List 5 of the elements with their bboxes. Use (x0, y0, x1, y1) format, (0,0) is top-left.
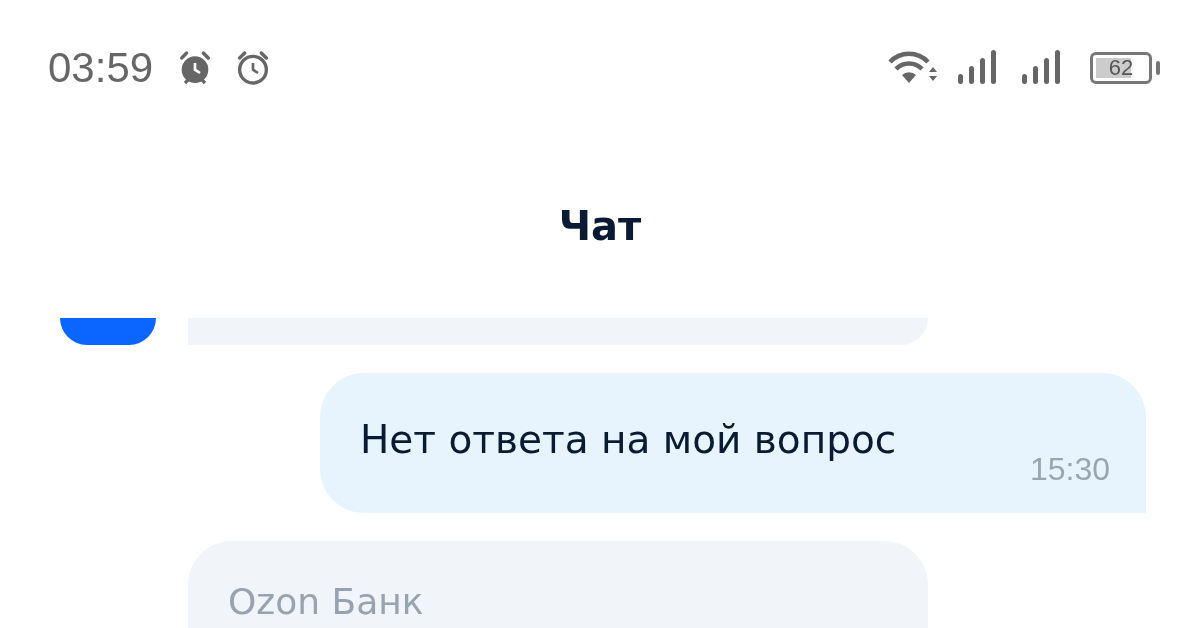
screen-title: Чат (558, 203, 642, 249)
message-time: 15:30 (1029, 451, 1110, 488)
sender-name: Ozon Банк (228, 581, 424, 622)
status-time: 03:59 (48, 44, 154, 92)
message-text: Нет ответа на мой вопрос (360, 417, 898, 462)
